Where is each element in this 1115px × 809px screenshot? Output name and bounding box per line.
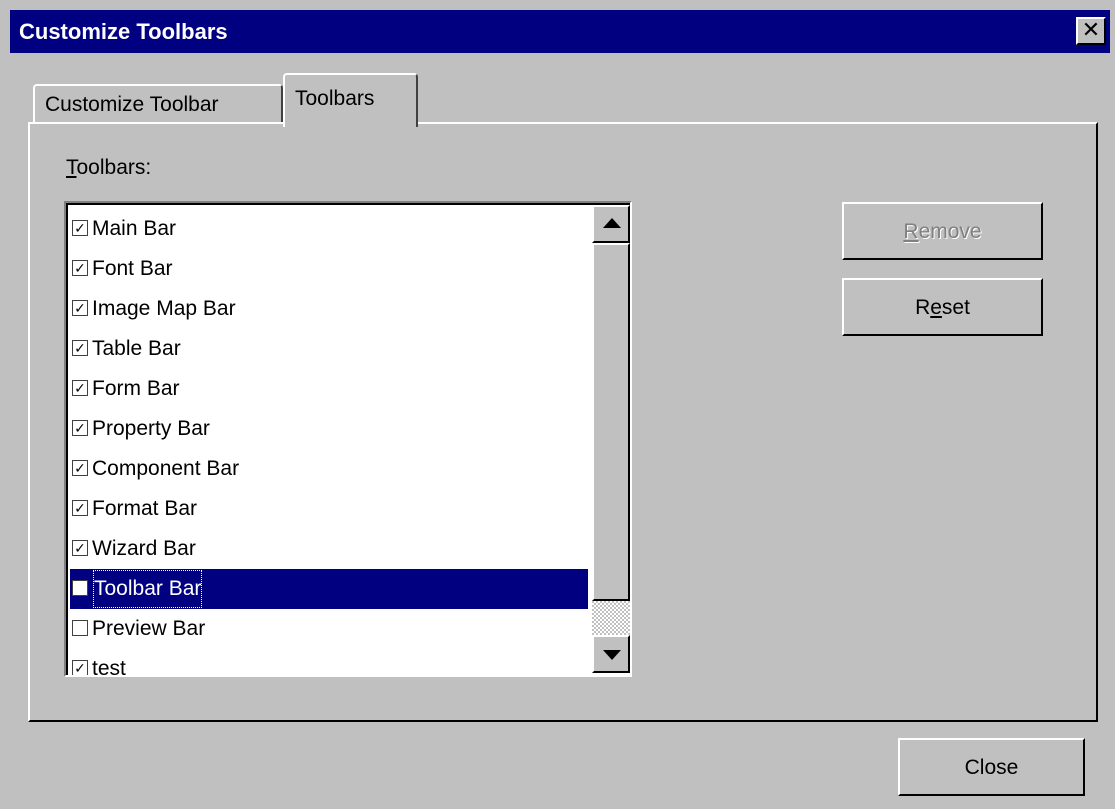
- list-item[interactable]: ✓ Property Bar: [70, 409, 588, 449]
- toolbars-listbox[interactable]: ✓ Main Bar ✓ Font Bar ✓ Image Map Bar ✓ Table B…: [64, 201, 632, 677]
- checkbox[interactable]: ✓: [72, 540, 88, 556]
- checkbox[interactable]: ✓: [72, 660, 88, 675]
- list-item[interactable]: Preview Bar: [70, 609, 588, 649]
- list-item[interactable]: ✓ Image Map Bar: [70, 289, 588, 329]
- list-item-label: Preview Bar: [92, 617, 206, 640]
- list-item-label: Wizard Bar: [92, 537, 196, 560]
- list-item-label: Table Bar: [92, 337, 181, 360]
- list-item-label: Form Bar: [92, 377, 180, 400]
- tab-label: Customize Toolbar: [45, 93, 219, 116]
- scroll-thumb[interactable]: [592, 243, 630, 601]
- arrow-up-icon: [603, 218, 621, 228]
- list-item-label: Image Map Bar: [92, 297, 236, 320]
- customize-toolbars-dialog: Customize Toolbars ✕ Customize Toolbar T…: [0, 0, 1115, 809]
- list-item[interactable]: ✓ Form Bar: [70, 369, 588, 409]
- list-item[interactable]: Toolbar Bar: [70, 569, 588, 609]
- close-button-label: Close: [964, 756, 1019, 779]
- tab-label: Toolbars: [295, 87, 375, 110]
- toolbars-list-label: Toolbars:: [66, 156, 152, 179]
- scroll-down-button[interactable]: [592, 635, 630, 673]
- tab-customize-toolbar[interactable]: Customize Toolbar: [33, 84, 283, 122]
- remove-button[interactable]: Remove: [842, 202, 1043, 260]
- title-bar: Customize Toolbars ✕: [10, 10, 1110, 53]
- list-item-label: Font Bar: [92, 257, 173, 280]
- checkbox[interactable]: ✓: [72, 500, 88, 516]
- list-item-label: Component Bar: [92, 457, 240, 480]
- arrow-down-icon: [603, 650, 621, 660]
- close-icon: ✕: [1081, 17, 1101, 42]
- list-item[interactable]: ✓ Component Bar: [70, 449, 588, 489]
- list-item-label: Property Bar: [92, 417, 210, 440]
- checkbox[interactable]: ✓: [72, 300, 88, 316]
- scroll-up-button[interactable]: [592, 205, 630, 243]
- checkbox[interactable]: ✓: [72, 220, 88, 236]
- list-item[interactable]: ✓ Table Bar: [70, 329, 588, 369]
- close-window-button[interactable]: ✕: [1076, 17, 1106, 45]
- checkbox[interactable]: ✓: [72, 380, 88, 396]
- tab-toolbars[interactable]: Toolbars: [283, 73, 418, 127]
- checkbox[interactable]: ✓: [72, 420, 88, 436]
- list-item-label: Toolbar Bar: [92, 569, 203, 609]
- list-item[interactable]: ✓ Wizard Bar: [70, 529, 588, 569]
- list-item-label: test: [92, 657, 126, 677]
- checkbox[interactable]: ✓: [72, 460, 88, 476]
- checkbox[interactable]: ✓: [72, 260, 88, 276]
- dialog-title: Customize Toolbars: [19, 19, 228, 44]
- list-item-label: Main Bar: [92, 217, 177, 240]
- list-item[interactable]: ✓ test: [70, 649, 588, 677]
- vertical-scrollbar[interactable]: [592, 205, 630, 675]
- checkbox[interactable]: [72, 620, 88, 636]
- list-item[interactable]: ✓ Format Bar: [70, 489, 588, 529]
- checkbox[interactable]: ✓: [72, 340, 88, 356]
- list-item[interactable]: ✓ Main Bar: [70, 209, 588, 249]
- list-item[interactable]: ✓ Font Bar: [70, 249, 588, 289]
- reset-button[interactable]: Reset: [842, 278, 1043, 336]
- close-button[interactable]: Close: [898, 738, 1085, 796]
- checkbox[interactable]: [72, 580, 88, 596]
- list-item-label: Format Bar: [92, 497, 198, 520]
- scroll-track[interactable]: [592, 601, 630, 635]
